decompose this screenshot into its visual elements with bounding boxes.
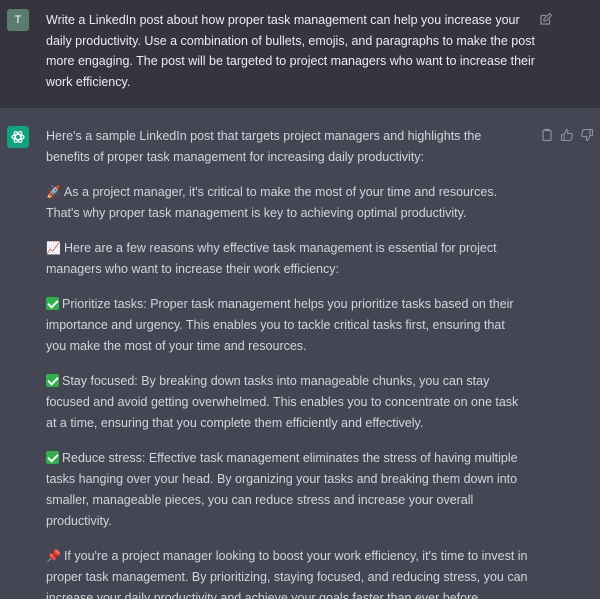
paragraph-rocket: 🚀 As a project manager, it's critical to … [46, 182, 528, 224]
copy-icon[interactable] [540, 128, 554, 142]
thumbs-down-icon[interactable] [580, 128, 594, 142]
user-message-text: Write a LinkedIn post about how proper t… [46, 13, 535, 89]
bullet-focused: Stay focused: By breaking down tasks int… [46, 374, 519, 430]
openai-logo-icon [7, 126, 29, 148]
intro-paragraph: Here's a sample LinkedIn post that targe… [46, 129, 482, 164]
edit-icon[interactable] [539, 12, 553, 26]
paragraph-chart: 📈 Here are a few reasons why effective ta… [46, 238, 528, 280]
user-message-row: T Write a LinkedIn post about how proper… [0, 0, 600, 108]
message-actions [538, 128, 598, 144]
user-avatar: T [7, 9, 29, 31]
check-mark-icon [46, 451, 59, 464]
assistant-message-text: Here's a sample LinkedIn post that targe… [46, 126, 528, 599]
pushpin-icon: 📌 [46, 549, 61, 563]
thumbs-up-icon[interactable] [560, 128, 574, 142]
chart-increasing-icon: 📈 [46, 241, 61, 255]
check-mark-icon [46, 297, 59, 310]
check-mark-icon [46, 374, 59, 387]
bullet-stress: Reduce stress: Effective task management… [46, 451, 518, 528]
closing-paragraph: 📌 If you're a project manager looking to … [46, 546, 528, 599]
rocket-icon: 🚀 [46, 185, 61, 199]
assistant-message-row: Here's a sample LinkedIn post that targe… [0, 108, 600, 599]
bullet-prioritize: Prioritize tasks: Proper task management… [46, 297, 514, 353]
